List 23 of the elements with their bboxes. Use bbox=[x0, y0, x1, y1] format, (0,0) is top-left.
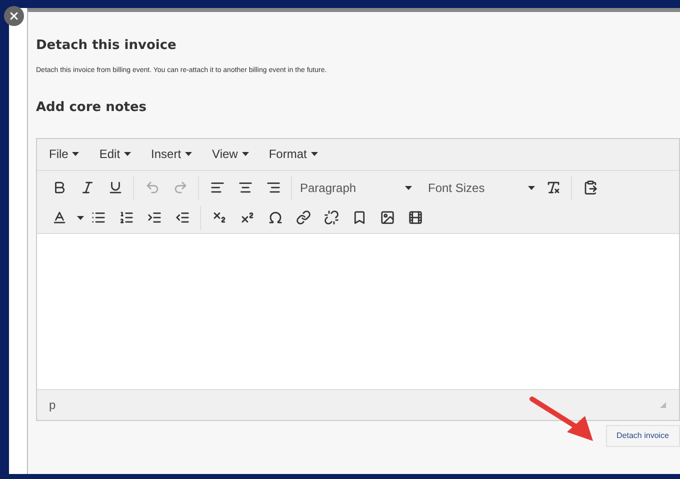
close-button[interactable] bbox=[4, 6, 24, 26]
caret-icon bbox=[77, 216, 84, 220]
element-path: p bbox=[49, 396, 56, 414]
caret-icon bbox=[185, 152, 192, 156]
menu-item[interactable]: View bbox=[212, 145, 249, 163]
menu-item[interactable]: Insert bbox=[151, 145, 192, 163]
detach-invoice-button[interactable]: Detach invoice bbox=[606, 424, 680, 446]
menu-item[interactable]: Format bbox=[268, 145, 318, 163]
section-title: Add core notes bbox=[36, 99, 148, 117]
font-size-dropdown[interactable]: Font Sizes bbox=[424, 178, 539, 196]
caret-icon bbox=[310, 152, 318, 156]
dialog-title: Detach this invoice bbox=[36, 37, 178, 55]
caret-icon bbox=[242, 152, 249, 156]
block-format-dropdown[interactable]: Paragraph bbox=[296, 178, 416, 196]
caret-icon bbox=[72, 152, 80, 156]
menu-item[interactable]: Edit bbox=[99, 145, 132, 163]
close-icon bbox=[8, 10, 20, 22]
caret-icon bbox=[124, 152, 132, 156]
pointer-arrow bbox=[529, 396, 595, 444]
caret-icon bbox=[405, 186, 412, 190]
resize-handle-icon[interactable] bbox=[659, 400, 667, 408]
caret-icon bbox=[528, 186, 535, 190]
menu-item[interactable]: File bbox=[49, 145, 80, 163]
